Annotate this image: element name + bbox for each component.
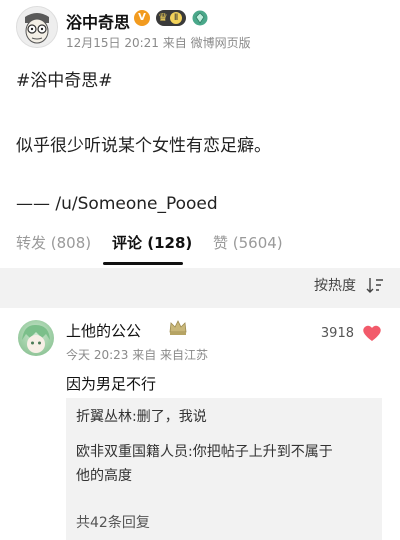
post-header: 浴中奇思 V ♛ Ⅱ 12月15日 20:21 来自 微博网页版 [0,0,400,58]
crown-badge-icon [169,320,187,335]
anime-avatar-icon [22,324,50,353]
author-avatar[interactable] [16,6,58,48]
post-tabs: 转发 (808) 评论 (128) 赞 (5604) [0,228,400,268]
post-body: #浴中奇思# 似乎很少听说某个女性有恋足癖。 —— /u/Someone_Poo… [0,66,400,214]
level-badge-number: Ⅱ [169,12,183,24]
post-source: —— /u/Someone_Pooed [16,194,218,214]
tab-reposts[interactable]: 转发 (808) [16,232,91,253]
tab-comments[interactable]: 评论 (128) [112,232,192,253]
post-content: 似乎很少听说某个女性有恋足癖。 [16,136,271,156]
sort-label: 按热度 [314,278,356,294]
verified-badge-icon: V [134,10,150,26]
crown-icon: ♛ [158,11,168,24]
reply-count-link[interactable]: 共42条回复 [76,512,150,532]
tab-likes[interactable]: 赞 (5604) [213,232,283,253]
reply-item-line2[interactable]: 他的高度 [76,465,132,488]
comment-meta: 今天 20:23 来自 来自江苏 [66,348,209,362]
author-name[interactable]: 浴中奇思 [66,9,130,33]
sort-control[interactable]: 按热度 [314,275,384,295]
replies-box[interactable]: 折翼丛林:删了，我说 欧非双重国籍人员:你把帖子上升到不属于 他的高度 共42条… [66,398,382,540]
commenter-avatar[interactable] [18,320,54,356]
commenter-name[interactable]: 上他的公公 [66,320,141,341]
like-count: 3918 [320,326,354,341]
post-meta: 12月15日 20:21 来自 微博网页版 [66,36,251,50]
active-tab-indicator [103,262,183,265]
comment-text: 因为男足不行 [66,375,157,393]
heart-icon[interactable] [362,324,382,342]
sort-icon [366,278,383,293]
reply-item[interactable]: 折翼丛林:删了，我说 [76,406,207,429]
author-badges: V ♛ Ⅱ [134,10,208,26]
level-badge: ♛ Ⅱ [156,10,187,26]
reply-item-line1[interactable]: 欧非双重国籍人员:你把帖子上升到不属于 [76,441,333,464]
cartoon-face-icon [17,7,57,47]
gem-badge-icon [192,10,208,26]
hashtag-link[interactable]: #浴中奇思# [16,66,384,91]
